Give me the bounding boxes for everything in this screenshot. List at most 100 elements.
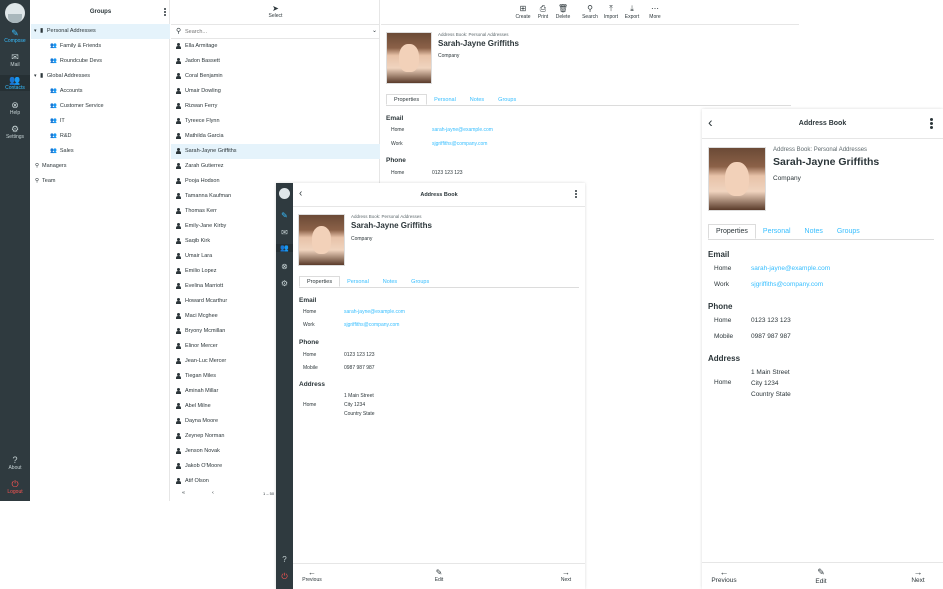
contact-list-item[interactable]: Ella Armitage bbox=[171, 39, 380, 54]
compose-icon[interactable]: ✎ bbox=[276, 211, 293, 220]
group-personal-addresses[interactable]: ▾ ▮ Personal Addresses bbox=[31, 24, 170, 39]
search-team[interactable]: ⚲ Team bbox=[31, 174, 170, 189]
person-icon bbox=[176, 222, 181, 229]
edit-button[interactable]: ✎ Edit bbox=[428, 568, 450, 583]
about-icon[interactable]: ? bbox=[276, 555, 293, 564]
search-input[interactable] bbox=[185, 27, 365, 37]
group-it[interactable]: 👥 IT bbox=[31, 114, 170, 129]
contact-company: Company bbox=[438, 53, 460, 59]
address-line-3: Country State bbox=[344, 411, 375, 417]
taskmenu-help[interactable]: ⊗ Help bbox=[0, 100, 30, 116]
logout-icon[interactable]: ⏻ bbox=[276, 572, 293, 582]
taskmenu-mail[interactable]: ✉ Mail bbox=[0, 52, 30, 68]
group-sales[interactable]: 👥 Sales bbox=[31, 144, 170, 159]
print-button[interactable]: ⎙ Print bbox=[535, 4, 551, 20]
taskmenu-contacts[interactable]: 👥 Contacts bbox=[0, 75, 30, 91]
select-button[interactable]: ➤ Select bbox=[171, 4, 380, 19]
group-icon: 👥 bbox=[50, 148, 57, 154]
person-icon bbox=[176, 72, 181, 79]
mail-icon[interactable]: ✉ bbox=[276, 228, 293, 237]
help-icon[interactable]: ⊗ bbox=[276, 262, 293, 271]
group-family-friends[interactable]: 👥 Family & Friends bbox=[31, 39, 170, 54]
tab-personal[interactable]: Personal bbox=[340, 277, 376, 288]
groups-menu-icon[interactable] bbox=[164, 7, 167, 17]
person-icon bbox=[176, 297, 181, 304]
contact-list-item-name: Zarah Gutierrez bbox=[185, 163, 224, 169]
collapse-icon[interactable]: ▾ bbox=[34, 28, 37, 34]
phone-home-label: Home bbox=[391, 170, 405, 176]
compose-icon: ✎ bbox=[11, 28, 19, 38]
email-home-link[interactable]: sarah-jayne@example.com bbox=[432, 127, 493, 133]
previous-button[interactable]: ← Previous bbox=[301, 568, 323, 583]
mobile-menu-icon[interactable] bbox=[575, 189, 578, 199]
tab-notes[interactable]: Notes bbox=[376, 277, 404, 288]
contact-list-item[interactable]: Mathilda Garcia bbox=[171, 129, 380, 144]
person-icon bbox=[176, 447, 181, 454]
tab-properties[interactable]: Properties bbox=[386, 94, 428, 105]
tab-groups[interactable]: Groups bbox=[404, 277, 436, 288]
email-home-label: Home bbox=[714, 265, 732, 272]
email-work-link[interactable]: sjgriffiths@company.com bbox=[751, 281, 823, 288]
search-button[interactable]: ⚲ Search bbox=[580, 4, 600, 20]
settings-icon[interactable]: ⚙ bbox=[276, 279, 293, 288]
contact-list-item[interactable]: Zarah Gutierrez bbox=[171, 159, 380, 174]
contact-list-item[interactable]: Umair Dowling bbox=[171, 84, 380, 99]
email-home-link[interactable]: sarah-jayne@example.com bbox=[344, 309, 405, 315]
tab-properties[interactable]: Properties bbox=[299, 276, 341, 287]
more-icon: ⋯ bbox=[651, 4, 659, 13]
contact-list-item-name: Thomas Kerr bbox=[185, 208, 217, 214]
page-count: 1 – 50 bbox=[263, 491, 275, 496]
edit-button[interactable]: ✎ Edit bbox=[808, 567, 834, 585]
taskmenu-logout[interactable]: ⏻ Logout bbox=[0, 479, 30, 495]
next-button[interactable]: → Next bbox=[555, 568, 577, 583]
contact-list-item[interactable]: Tyreece Flynn bbox=[171, 114, 380, 129]
plus-icon: ⊞ bbox=[519, 4, 527, 13]
contact-list-item-name: Jadon Bassett bbox=[185, 58, 220, 64]
tab-properties[interactable]: Properties bbox=[708, 224, 756, 239]
tab-personal[interactable]: Personal bbox=[756, 225, 798, 240]
tab-personal[interactable]: Personal bbox=[427, 95, 463, 106]
group-accounts[interactable]: 👥 Accounts bbox=[31, 84, 170, 99]
group-roundcube-devs[interactable]: 👥 Roundcube Devs bbox=[31, 54, 170, 69]
create-button[interactable]: ⊞ Create bbox=[515, 4, 531, 20]
next-button[interactable]: → Next bbox=[905, 567, 931, 584]
search-managers[interactable]: ⚲ Managers bbox=[31, 159, 170, 174]
person-icon bbox=[176, 327, 181, 334]
arrow-right-icon: → bbox=[562, 568, 570, 577]
group-rnd[interactable]: 👥 R&D bbox=[31, 129, 170, 144]
taskmenu-settings[interactable]: ⚙ Settings bbox=[0, 124, 30, 140]
prev-page-button[interactable]: ‹ bbox=[212, 490, 214, 496]
group-icon: 👥 bbox=[50, 133, 57, 139]
group-global-addresses[interactable]: ▾ ▮ Global Addresses bbox=[31, 69, 170, 84]
group-customer-service[interactable]: 👥 Customer Service bbox=[31, 99, 170, 114]
taskmenu-compose[interactable]: ✎ Compose bbox=[0, 28, 30, 44]
email-work-label: Work bbox=[714, 281, 730, 288]
contact-list-item[interactable]: Coral Benjamin bbox=[171, 69, 380, 84]
import-button[interactable]: ⤒ Import bbox=[602, 4, 620, 20]
pointer-icon: ➤ bbox=[272, 4, 279, 13]
contact-list-item[interactable]: Jadon Bassett bbox=[171, 54, 380, 69]
book-icon: ▮ bbox=[40, 28, 44, 34]
logo bbox=[279, 188, 290, 199]
tablet-menu-icon[interactable] bbox=[930, 117, 934, 130]
taskmenu-about[interactable]: ? About bbox=[0, 455, 30, 471]
first-page-button[interactable]: « bbox=[182, 490, 185, 496]
tab-groups[interactable]: Groups bbox=[830, 225, 867, 240]
export-button[interactable]: ⤓ Export bbox=[623, 4, 641, 20]
search-options-icon[interactable]: ⌄ bbox=[372, 27, 377, 34]
email-work-link[interactable]: sjgriffiths@company.com bbox=[432, 141, 487, 147]
contacts-icon[interactable]: 👥 bbox=[276, 244, 293, 252]
contact-company: Company bbox=[773, 175, 801, 182]
email-work-link[interactable]: sjgriffiths@company.com bbox=[344, 322, 399, 328]
person-icon bbox=[176, 387, 181, 394]
previous-button[interactable]: ← Previous bbox=[708, 567, 740, 584]
tab-notes[interactable]: Notes bbox=[798, 225, 830, 240]
tab-groups[interactable]: Groups bbox=[491, 95, 523, 106]
collapse-icon[interactable]: ▾ bbox=[34, 73, 37, 79]
more-button[interactable]: ⋯ More bbox=[647, 4, 663, 20]
contact-list-item[interactable]: Rizwan Ferry bbox=[171, 99, 380, 114]
tab-notes[interactable]: Notes bbox=[463, 95, 491, 106]
delete-button[interactable]: 🗑 Delete bbox=[554, 4, 572, 20]
email-home-link[interactable]: sarah-jayne@example.com bbox=[751, 265, 830, 272]
contact-list-item[interactable]: Sarah-Jayne Griffiths bbox=[171, 144, 380, 159]
